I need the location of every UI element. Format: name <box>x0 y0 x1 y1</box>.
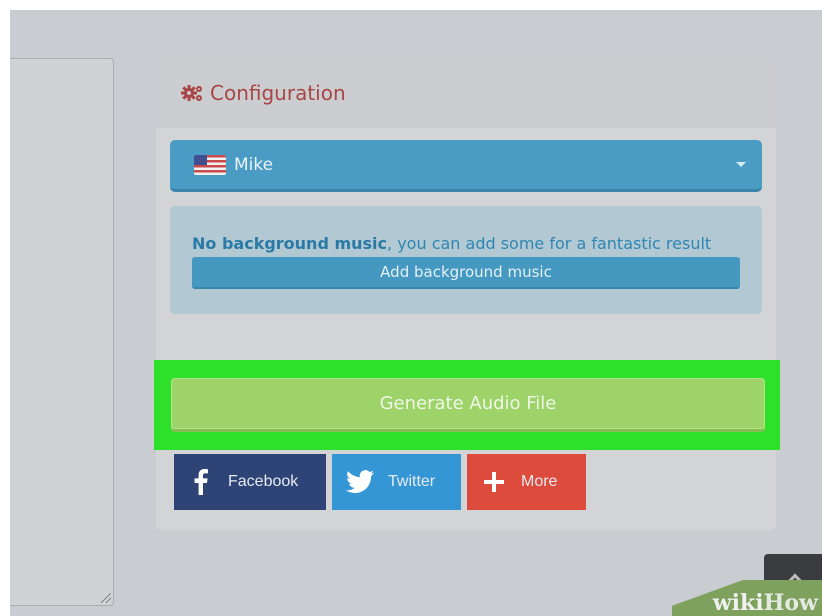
generate-audio-button[interactable]: Generate Audio File <box>171 378 765 432</box>
gears-icon <box>181 85 202 101</box>
share-more-label: More <box>521 473 558 490</box>
add-background-music-button[interactable]: Add background music <box>192 257 740 289</box>
voice-select[interactable]: Mike <box>170 140 762 192</box>
share-facebook-label: Facebook <box>228 473 299 490</box>
share-twitter-button[interactable]: Twitter <box>332 454 461 510</box>
panel-title: Configuration <box>210 81 346 105</box>
chevron-down-icon <box>736 162 746 167</box>
us-flag-icon <box>194 154 226 175</box>
plus-icon <box>467 472 521 492</box>
wikihow-watermark: wiki How <box>672 580 822 616</box>
music-status-rest: , you can add some for a fantastic resul… <box>387 234 712 253</box>
facebook-icon <box>174 469 228 495</box>
share-more-button[interactable]: More <box>467 454 586 510</box>
voice-selected-value: Mike <box>234 154 274 175</box>
twitter-icon <box>332 470 388 494</box>
text-input-area[interactable] <box>10 58 114 606</box>
watermark-how: How <box>763 590 818 616</box>
music-status-text: No background music, you can add some fo… <box>192 234 711 253</box>
screen: Configuration Mike No background music, … <box>10 10 822 616</box>
watermark-wiki: wiki <box>712 590 764 616</box>
share-facebook-button[interactable]: Facebook <box>174 454 326 510</box>
resize-grip-icon[interactable] <box>101 593 111 603</box>
music-status-bold: No background music <box>192 234 388 253</box>
share-twitter-label: Twitter <box>388 473 436 490</box>
panel-header: Configuration <box>156 58 776 128</box>
background-music-box: No background music, you can add some fo… <box>170 206 762 314</box>
